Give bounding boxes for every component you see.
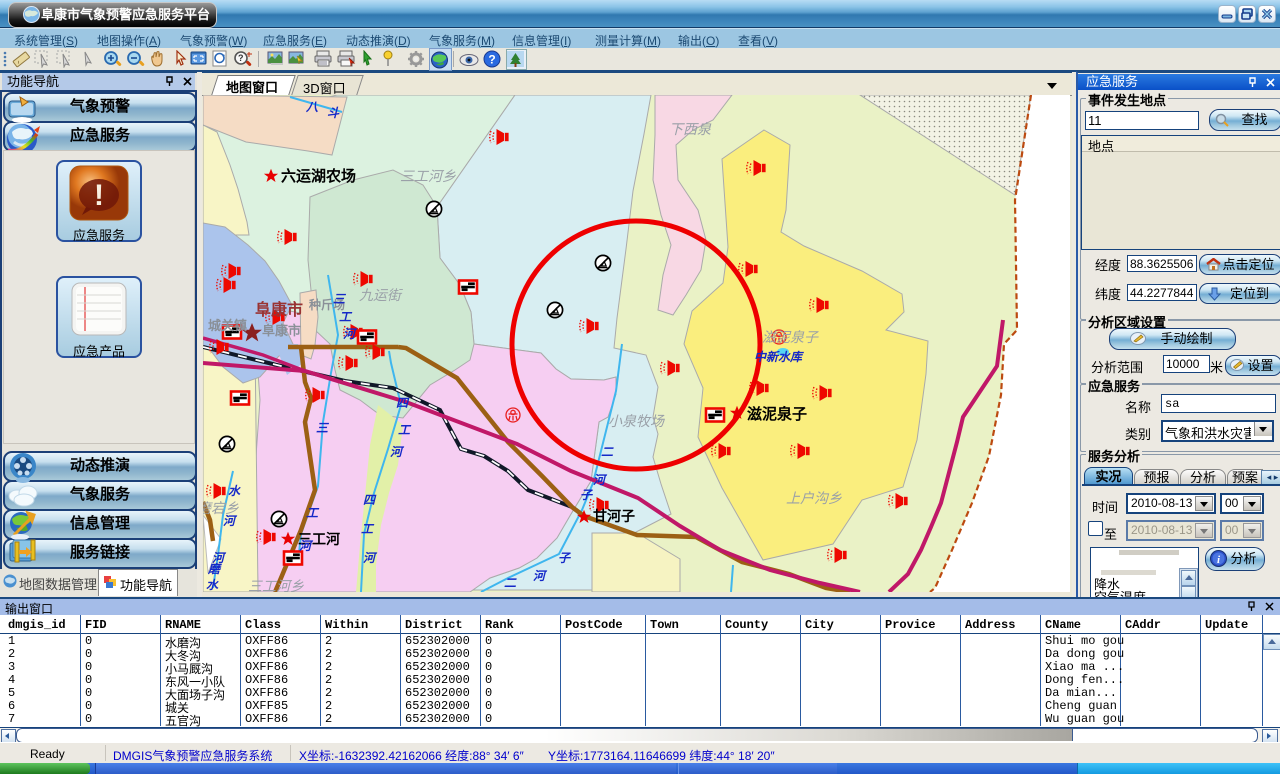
svg-text:二: 二: [601, 445, 614, 459]
svg-text:?: ?: [488, 53, 495, 67]
svg-text:水: 水: [228, 484, 241, 498]
svg-text:子: 子: [580, 488, 594, 502]
svg-text:四: 四: [396, 396, 410, 410]
svg-text:三工河乡: 三工河乡: [400, 168, 456, 184]
svg-text:工: 工: [361, 522, 375, 536]
svg-text:二: 二: [504, 576, 517, 590]
svg-text:三: 三: [333, 292, 347, 306]
svg-text:磨: 磨: [207, 562, 222, 576]
svg-text:甘河子: 甘河子: [593, 508, 635, 524]
svg-text:!: !: [94, 179, 104, 212]
svg-text:滋泥泉子: 滋泥泉子: [762, 329, 819, 345]
svg-text:工: 工: [306, 506, 320, 520]
svg-text:工: 工: [398, 423, 412, 437]
svg-text:阜康市: 阜康市: [262, 323, 301, 338]
svg-text:下西泉: 下西泉: [669, 121, 712, 137]
svg-text:子: 子: [558, 551, 572, 565]
svg-text:三工河乡: 三工河乡: [248, 578, 304, 592]
svg-text:斗: 斗: [327, 106, 340, 120]
svg-text:九运街: 九运街: [359, 287, 403, 303]
svg-text:水: 水: [206, 578, 219, 592]
svg-text:中新水库: 中新水库: [754, 350, 804, 364]
svg-text:四: 四: [363, 493, 377, 507]
svg-text:?: ?: [238, 53, 244, 63]
svg-text:工: 工: [339, 310, 353, 324]
svg-text:小泉牧场: 小泉牧场: [608, 413, 665, 429]
svg-text:八: 八: [305, 100, 319, 114]
svg-text:六运湖农场: 六运湖农场: [281, 167, 356, 185]
svg-text:阜康市: 阜康市: [255, 300, 303, 319]
svg-text:上户沟乡: 上户沟乡: [786, 490, 842, 506]
svg-text:三: 三: [316, 421, 330, 435]
svg-text:滋泥泉子: 滋泥泉子: [747, 405, 807, 423]
svg-text:城关镇: 城关镇: [208, 318, 247, 333]
